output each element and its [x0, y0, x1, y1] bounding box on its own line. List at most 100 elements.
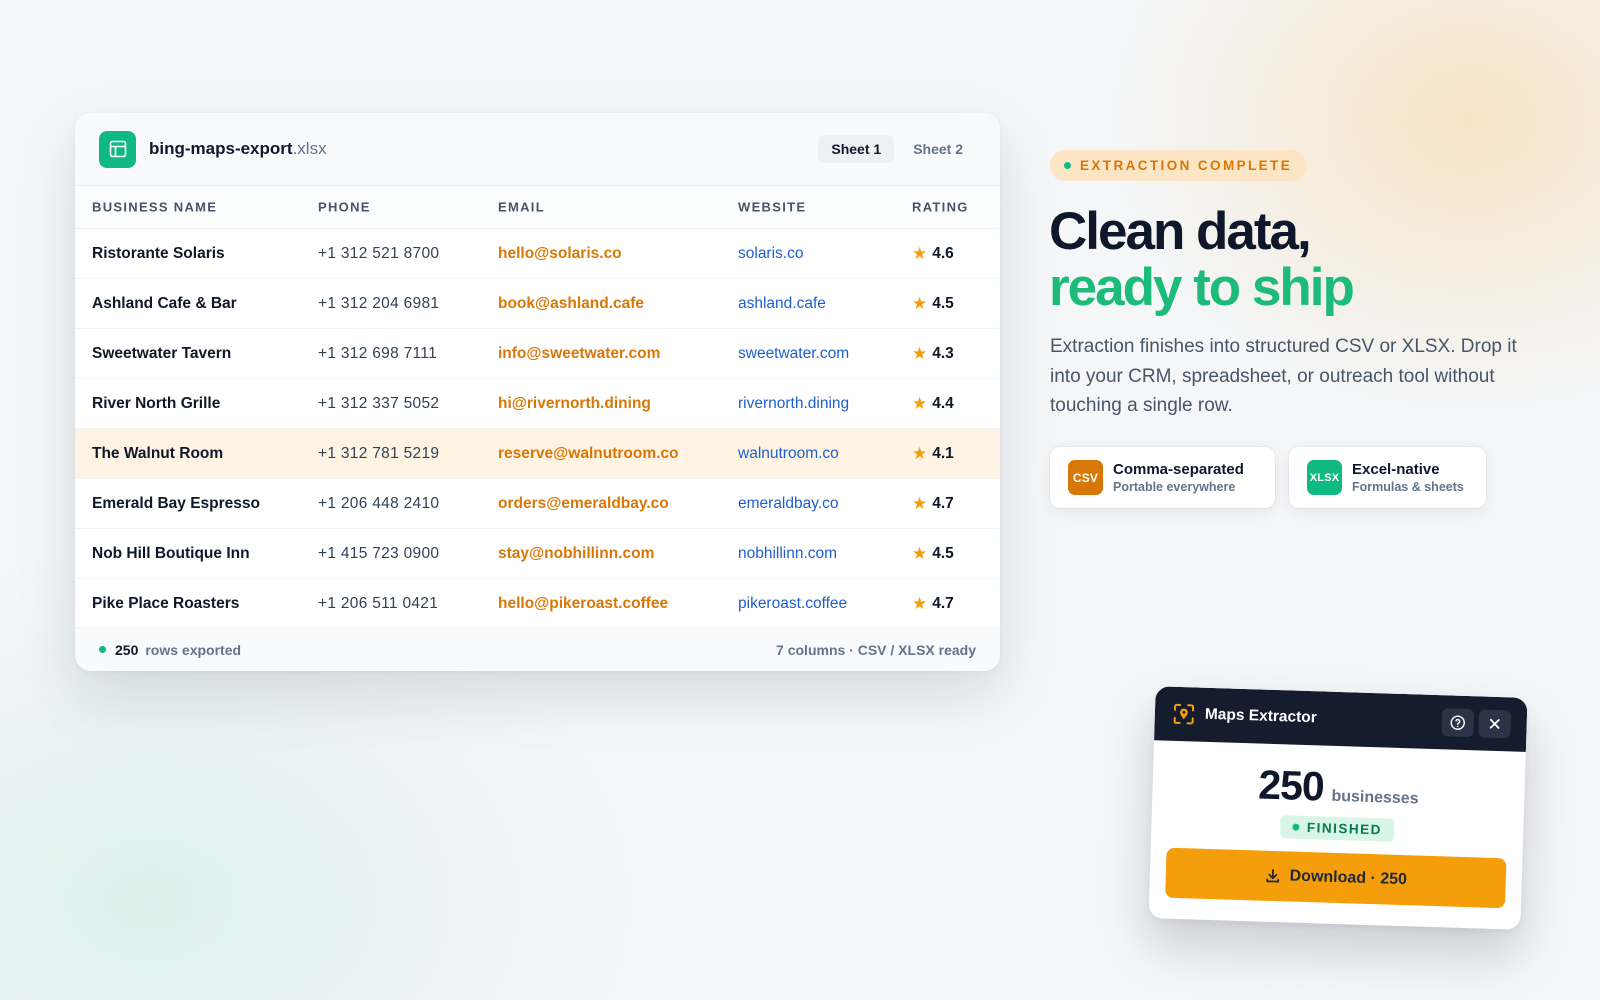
email-cell[interactable]: reserve@walnutroom.co [498, 445, 679, 463]
email-cell[interactable]: stay@nobhillinn.com [498, 545, 654, 563]
rating-value: 4.6 [932, 244, 954, 262]
headline: Clean data, ready to ship [1049, 202, 1355, 317]
format-title: Comma-separated [1113, 461, 1244, 478]
phone-cell: +1 206 511 0421 [318, 594, 439, 612]
table-row[interactable]: Ashland Cafe & Bar +1 312 204 6981 book@… [75, 279, 1000, 329]
business-name-cell: Pike Place Roasters [92, 594, 240, 612]
column-header-website: WEBSITE [738, 199, 807, 215]
download-button[interactable]: Download · 250 [1165, 847, 1507, 909]
finished-status-badge: FINISHED [1280, 815, 1395, 842]
status-badge: EXTRACTION COMPLETE [1050, 150, 1308, 181]
result-count-row: 250 businesses [1152, 758, 1525, 817]
download-label: Download · 250 [1289, 867, 1408, 889]
email-cell[interactable]: orders@emeraldbay.co [498, 495, 669, 513]
rows-exported-count: 250 [115, 641, 139, 658]
email-cell[interactable]: hello@solaris.co [498, 245, 622, 263]
format-subtitle: Portable everywhere [1113, 480, 1236, 494]
star-icon: ★ [912, 494, 928, 513]
table-row[interactable]: Ristorante Solaris +1 312 521 8700 hello… [75, 229, 1000, 279]
csv-icon: CSV [1068, 460, 1103, 495]
rating-cell: ★ 4.4 [912, 395, 954, 413]
rating-cell: ★ 4.5 [912, 295, 954, 313]
star-icon: ★ [912, 444, 928, 463]
phone-cell: +1 206 448 2410 [318, 494, 440, 512]
business-name-cell: Sweetwater Tavern [92, 344, 232, 362]
phone-cell: +1 415 723 0900 [318, 544, 440, 562]
format-subtitle: Formulas & sheets [1352, 480, 1464, 494]
business-name-cell: Nob Hill Boutique Inn [92, 544, 250, 562]
table-row[interactable]: Nob Hill Boutique Inn +1 415 723 0900 st… [75, 529, 1000, 579]
business-name-cell: Ristorante Solaris [92, 244, 225, 262]
rating-cell: ★ 4.5 [912, 545, 954, 563]
business-name-cell: Ashland Cafe & Bar [92, 294, 237, 312]
status-dot-icon [99, 646, 106, 653]
rating-cell: ★ 4.7 [912, 495, 954, 513]
website-cell[interactable]: solaris.co [738, 245, 803, 263]
business-name-cell: River North Grille [92, 394, 221, 412]
star-icon: ★ [912, 344, 928, 363]
email-cell[interactable]: book@ashland.cafe [498, 295, 644, 313]
tab-sheet-1[interactable]: Sheet 1 [818, 135, 895, 163]
rating-cell: ★ 4.7 [912, 595, 954, 613]
email-cell[interactable]: hello@pikeroast.coffee [498, 595, 668, 613]
export-summary: 7 columns · CSV / XLSX ready [776, 641, 976, 658]
popup-title: Maps Extractor [1204, 705, 1318, 727]
close-button[interactable] [1478, 709, 1512, 739]
email-cell[interactable]: info@sweetwater.com [498, 345, 660, 363]
rating-cell: ★ 4.6 [912, 245, 954, 263]
popup-header: Maps Extractor [1154, 686, 1528, 752]
sheet-tabs: Sheet 1 Sheet 2 [818, 135, 976, 163]
extension-popup: Maps Extractor 250 businesses FINISHED D… [1148, 686, 1528, 930]
email-cell[interactable]: hi@rivernorth.dining [498, 395, 651, 413]
star-icon: ★ [912, 394, 928, 413]
table-row[interactable]: Pike Place Roasters +1 206 511 0421 hell… [75, 579, 1000, 629]
status-label: FINISHED [1306, 820, 1383, 838]
phone-cell: +1 312 698 7111 [318, 344, 437, 362]
description: Extraction finishes into structured CSV … [1050, 336, 1517, 416]
phone-cell: +1 312 204 6981 [318, 294, 440, 312]
rating-value: 4.4 [932, 394, 954, 412]
tab-sheet-2[interactable]: Sheet 2 [900, 135, 976, 163]
headline-line-1: Clean data, [1049, 202, 1312, 261]
table-row[interactable]: River North Grille +1 312 337 5052 hi@ri… [75, 379, 1000, 429]
help-button[interactable] [1441, 708, 1475, 738]
star-icon: ★ [912, 244, 928, 263]
status-dot-icon [1064, 162, 1071, 169]
popup-controls [1441, 708, 1512, 739]
result-count: 250 [1257, 761, 1325, 810]
rating-value: 4.5 [932, 294, 954, 312]
phone-cell: +1 312 521 8700 [318, 244, 440, 262]
website-cell[interactable]: rivernorth.dining [738, 395, 849, 413]
website-cell[interactable]: emeraldbay.co [738, 495, 839, 513]
website-cell[interactable]: walnutroom.co [738, 445, 839, 463]
help-icon [1450, 715, 1465, 730]
rating-value: 4.1 [932, 444, 954, 462]
website-cell[interactable]: pikeroast.coffee [738, 595, 847, 613]
status-dot-icon [1292, 823, 1300, 831]
table-header-row: BUSINESS NAME PHONE EMAIL WEBSITE RATING [75, 186, 1000, 229]
format-card-xlsx: XLSX Excel-native Formulas & sheets [1289, 447, 1486, 508]
website-cell[interactable]: nobhillinn.com [738, 545, 837, 563]
business-name-cell: The Walnut Room [92, 444, 224, 462]
rating-value: 4.3 [932, 344, 954, 362]
website-cell[interactable]: sweetwater.com [738, 345, 849, 363]
map-pin-scan-icon [1173, 703, 1195, 725]
column-header-email: EMAIL [498, 199, 545, 215]
table-row[interactable]: Sweetwater Tavern +1 312 698 7111 info@s… [75, 329, 1000, 379]
spreadsheet-header: bing-maps-export .xlsx Sheet 1 Sheet 2 [75, 113, 1000, 186]
table-row-highlighted[interactable]: The Walnut Room +1 312 781 5219 reserve@… [75, 429, 1000, 479]
table-body: Ristorante Solaris +1 312 521 8700 hello… [75, 229, 1000, 629]
file-name: bing-maps-export [149, 139, 293, 158]
website-cell[interactable]: ashland.cafe [738, 295, 826, 313]
result-unit: businesses [1331, 787, 1419, 808]
close-icon [1489, 718, 1500, 729]
format-card-csv: CSV Comma-separated Portable everywhere [1050, 447, 1275, 508]
phone-cell: +1 312 781 5219 [318, 444, 440, 462]
headline-line-2: ready to ship [1049, 258, 1355, 317]
rating-cell: ★ 4.3 [912, 345, 954, 363]
phone-cell: +1 312 337 5052 [318, 394, 440, 412]
table-row[interactable]: Emerald Bay Espresso +1 206 448 2410 ord… [75, 479, 1000, 529]
star-icon: ★ [912, 294, 928, 313]
download-icon [1266, 869, 1279, 883]
file-extension: .xlsx [292, 139, 327, 158]
